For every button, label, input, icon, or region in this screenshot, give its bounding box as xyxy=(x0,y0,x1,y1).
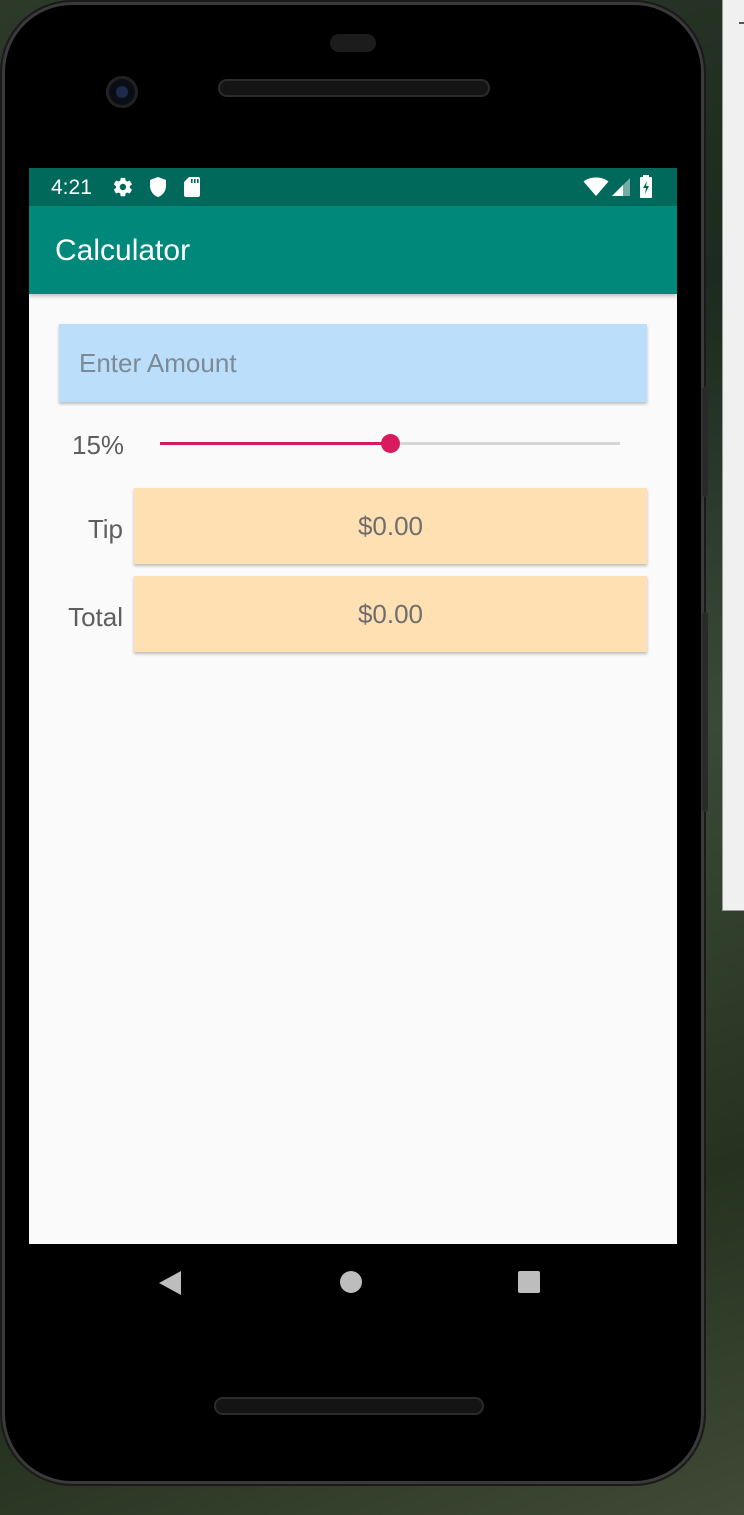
app-bar: Calculator xyxy=(29,206,677,294)
phone-screen: 4:21 Calculator 15% xyxy=(29,168,677,1244)
earpiece-slot xyxy=(330,34,376,52)
sd-card-icon xyxy=(183,176,201,203)
recents-icon[interactable] xyxy=(517,1270,541,1299)
amount-input[interactable] xyxy=(59,324,647,402)
back-icon[interactable] xyxy=(158,1270,182,1301)
tip-percent-slider[interactable] xyxy=(160,428,620,458)
top-speaker-grille xyxy=(218,79,490,97)
shield-icon xyxy=(148,176,168,203)
app-title: Calculator xyxy=(55,234,191,267)
total-label: Total xyxy=(68,602,123,632)
tip-percent-label: 15% xyxy=(72,430,125,460)
background-window-edge xyxy=(722,0,744,911)
slider-fill xyxy=(160,442,390,445)
background-window-mark xyxy=(739,22,744,24)
home-icon[interactable] xyxy=(339,1270,363,1299)
status-bar: 4:21 xyxy=(29,168,677,206)
status-time: 4:21 xyxy=(51,176,92,199)
wifi-icon xyxy=(583,177,609,202)
phone-frame: 4:21 Calculator 15% xyxy=(2,2,708,1484)
tip-amount-value: $0.00 xyxy=(134,488,647,564)
total-amount-value: $0.00 xyxy=(134,576,647,652)
signal-icon xyxy=(611,177,631,202)
volume-button xyxy=(702,612,708,812)
bottom-speaker-grille xyxy=(214,1397,484,1415)
slider-thumb[interactable] xyxy=(381,434,400,453)
tip-label: Tip xyxy=(87,514,123,544)
gear-icon xyxy=(112,176,134,203)
navigation-bar xyxy=(2,1244,704,1324)
front-camera xyxy=(106,76,138,108)
battery-icon xyxy=(639,175,653,204)
power-button xyxy=(702,387,708,497)
